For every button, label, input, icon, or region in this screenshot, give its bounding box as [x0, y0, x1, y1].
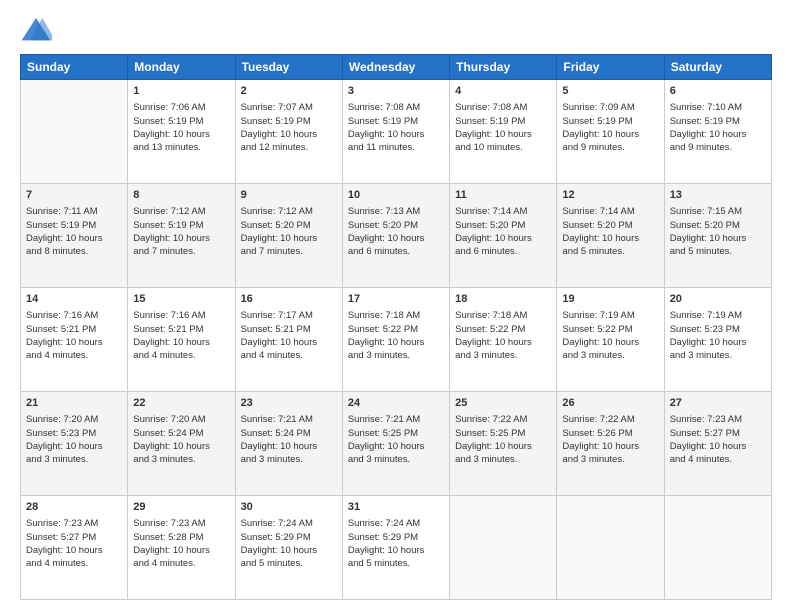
calendar-cell: 13Sunrise: 7:15 AMSunset: 5:20 PMDayligh…	[664, 184, 771, 288]
calendar-cell: 25Sunrise: 7:22 AMSunset: 5:25 PMDayligh…	[450, 392, 557, 496]
calendar-cell: 1Sunrise: 7:06 AMSunset: 5:19 PMDaylight…	[128, 80, 235, 184]
day-number: 11	[455, 188, 551, 203]
column-header-thursday: Thursday	[450, 55, 557, 80]
day-number: 22	[133, 396, 229, 411]
day-number: 3	[348, 84, 444, 99]
calendar-week-row: 14Sunrise: 7:16 AMSunset: 5:21 PMDayligh…	[21, 288, 772, 392]
calendar-cell: 19Sunrise: 7:19 AMSunset: 5:22 PMDayligh…	[557, 288, 664, 392]
calendar-cell: 21Sunrise: 7:20 AMSunset: 5:23 PMDayligh…	[21, 392, 128, 496]
calendar-cell: 8Sunrise: 7:12 AMSunset: 5:19 PMDaylight…	[128, 184, 235, 288]
day-number: 25	[455, 396, 551, 411]
calendar-cell	[21, 80, 128, 184]
day-number: 8	[133, 188, 229, 203]
day-number: 19	[562, 292, 658, 307]
day-number: 13	[670, 188, 766, 203]
calendar-cell: 23Sunrise: 7:21 AMSunset: 5:24 PMDayligh…	[235, 392, 342, 496]
day-number: 7	[26, 188, 122, 203]
calendar-cell: 5Sunrise: 7:09 AMSunset: 5:19 PMDaylight…	[557, 80, 664, 184]
day-number: 24	[348, 396, 444, 411]
header	[20, 16, 772, 44]
calendar-cell: 16Sunrise: 7:17 AMSunset: 5:21 PMDayligh…	[235, 288, 342, 392]
day-number: 4	[455, 84, 551, 99]
calendar-cell: 11Sunrise: 7:14 AMSunset: 5:20 PMDayligh…	[450, 184, 557, 288]
day-number: 15	[133, 292, 229, 307]
day-number: 21	[26, 396, 122, 411]
calendar-cell: 12Sunrise: 7:14 AMSunset: 5:20 PMDayligh…	[557, 184, 664, 288]
day-number: 23	[241, 396, 337, 411]
day-number: 27	[670, 396, 766, 411]
calendar-cell: 4Sunrise: 7:08 AMSunset: 5:19 PMDaylight…	[450, 80, 557, 184]
day-number: 12	[562, 188, 658, 203]
day-number: 31	[348, 500, 444, 515]
logo	[20, 16, 56, 44]
calendar-cell: 29Sunrise: 7:23 AMSunset: 5:28 PMDayligh…	[128, 496, 235, 600]
day-number: 14	[26, 292, 122, 307]
calendar-week-row: 21Sunrise: 7:20 AMSunset: 5:23 PMDayligh…	[21, 392, 772, 496]
day-number: 9	[241, 188, 337, 203]
calendar-table: SundayMondayTuesdayWednesdayThursdayFrid…	[20, 54, 772, 600]
calendar-week-row: 28Sunrise: 7:23 AMSunset: 5:27 PMDayligh…	[21, 496, 772, 600]
column-header-saturday: Saturday	[664, 55, 771, 80]
calendar-cell: 9Sunrise: 7:12 AMSunset: 5:20 PMDaylight…	[235, 184, 342, 288]
calendar-cell: 15Sunrise: 7:16 AMSunset: 5:21 PMDayligh…	[128, 288, 235, 392]
column-header-wednesday: Wednesday	[342, 55, 449, 80]
calendar-cell: 17Sunrise: 7:18 AMSunset: 5:22 PMDayligh…	[342, 288, 449, 392]
calendar-week-row: 7Sunrise: 7:11 AMSunset: 5:19 PMDaylight…	[21, 184, 772, 288]
calendar-cell: 27Sunrise: 7:23 AMSunset: 5:27 PMDayligh…	[664, 392, 771, 496]
day-number: 5	[562, 84, 658, 99]
column-header-tuesday: Tuesday	[235, 55, 342, 80]
page: SundayMondayTuesdayWednesdayThursdayFrid…	[0, 0, 792, 612]
calendar-cell: 6Sunrise: 7:10 AMSunset: 5:19 PMDaylight…	[664, 80, 771, 184]
calendar-cell: 22Sunrise: 7:20 AMSunset: 5:24 PMDayligh…	[128, 392, 235, 496]
day-number: 1	[133, 84, 229, 99]
calendar-cell: 26Sunrise: 7:22 AMSunset: 5:26 PMDayligh…	[557, 392, 664, 496]
calendar-cell: 2Sunrise: 7:07 AMSunset: 5:19 PMDaylight…	[235, 80, 342, 184]
calendar-cell: 20Sunrise: 7:19 AMSunset: 5:23 PMDayligh…	[664, 288, 771, 392]
calendar-cell: 24Sunrise: 7:21 AMSunset: 5:25 PMDayligh…	[342, 392, 449, 496]
calendar-cell: 7Sunrise: 7:11 AMSunset: 5:19 PMDaylight…	[21, 184, 128, 288]
logo-icon	[20, 16, 52, 44]
column-header-sunday: Sunday	[21, 55, 128, 80]
day-number: 28	[26, 500, 122, 515]
column-header-monday: Monday	[128, 55, 235, 80]
day-number: 26	[562, 396, 658, 411]
day-number: 2	[241, 84, 337, 99]
day-number: 29	[133, 500, 229, 515]
column-header-friday: Friday	[557, 55, 664, 80]
calendar-cell: 3Sunrise: 7:08 AMSunset: 5:19 PMDaylight…	[342, 80, 449, 184]
calendar-cell	[450, 496, 557, 600]
calendar-cell	[557, 496, 664, 600]
calendar-cell: 10Sunrise: 7:13 AMSunset: 5:20 PMDayligh…	[342, 184, 449, 288]
day-number: 16	[241, 292, 337, 307]
calendar-week-row: 1Sunrise: 7:06 AMSunset: 5:19 PMDaylight…	[21, 80, 772, 184]
day-number: 17	[348, 292, 444, 307]
calendar-cell: 31Sunrise: 7:24 AMSunset: 5:29 PMDayligh…	[342, 496, 449, 600]
day-number: 18	[455, 292, 551, 307]
calendar-cell: 18Sunrise: 7:18 AMSunset: 5:22 PMDayligh…	[450, 288, 557, 392]
calendar-cell: 14Sunrise: 7:16 AMSunset: 5:21 PMDayligh…	[21, 288, 128, 392]
calendar-cell: 30Sunrise: 7:24 AMSunset: 5:29 PMDayligh…	[235, 496, 342, 600]
calendar-cell	[664, 496, 771, 600]
calendar-header-row: SundayMondayTuesdayWednesdayThursdayFrid…	[21, 55, 772, 80]
calendar-cell: 28Sunrise: 7:23 AMSunset: 5:27 PMDayligh…	[21, 496, 128, 600]
day-number: 20	[670, 292, 766, 307]
day-number: 30	[241, 500, 337, 515]
day-number: 6	[670, 84, 766, 99]
day-number: 10	[348, 188, 444, 203]
